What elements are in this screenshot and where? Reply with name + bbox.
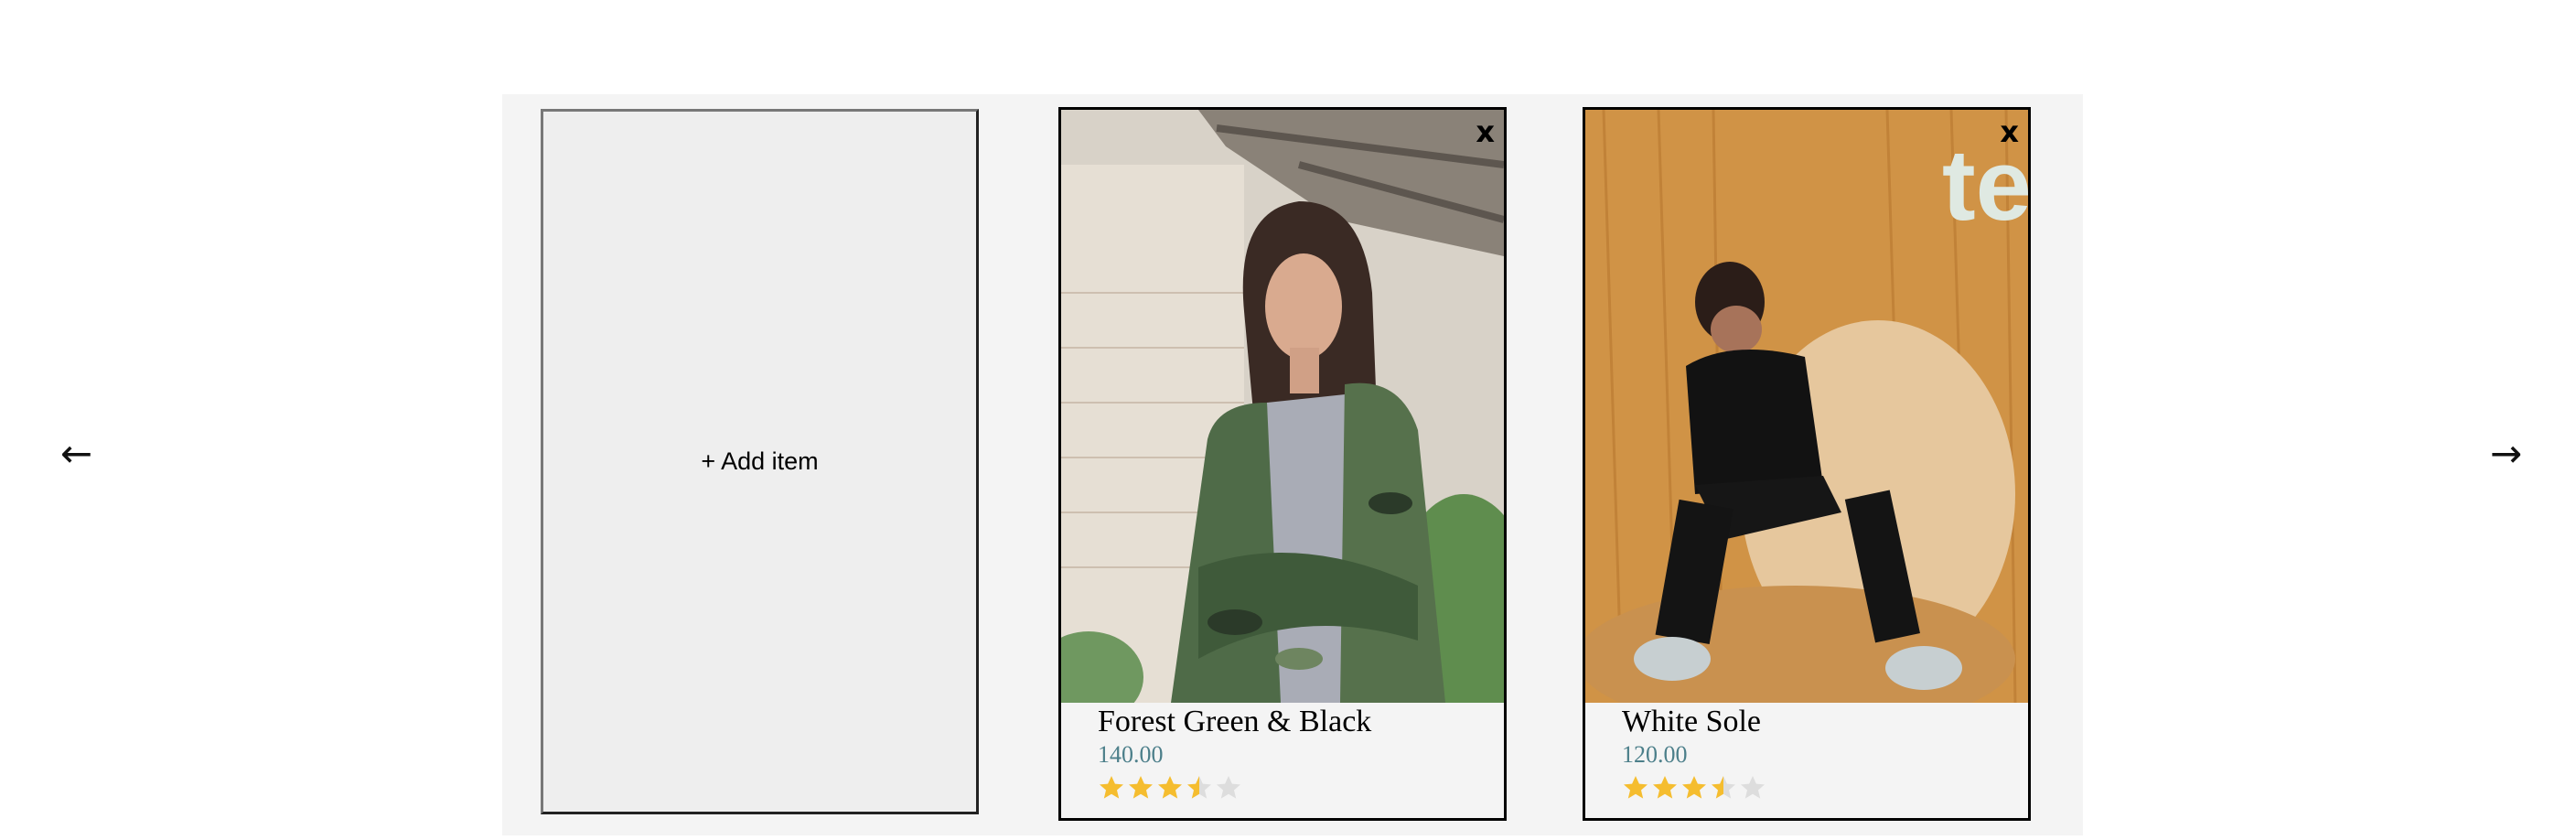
prev-arrow-button[interactable]: ← <box>60 435 92 473</box>
star-icon <box>1100 775 1123 799</box>
product-info: Forest Green & Black 140.00 <box>1098 705 1491 802</box>
product-name: White Sole <box>1622 705 1762 738</box>
star-icon <box>1187 775 1211 799</box>
product-name: Forest Green & Black <box>1098 705 1372 738</box>
product-photo <box>1061 110 1504 703</box>
add-item-label: + Add item <box>701 447 819 475</box>
add-item-card[interactable]: + Add item <box>541 109 979 814</box>
star-icon <box>1653 775 1677 799</box>
star-icon <box>1129 775 1153 799</box>
product-price: 140.00 <box>1098 741 1164 769</box>
star-icon <box>1158 775 1182 799</box>
star-icon <box>1682 775 1706 799</box>
star-icon <box>1624 775 1648 799</box>
product-price: 120.00 <box>1622 741 1688 769</box>
product-info: White Sole 120.00 <box>1622 705 2015 802</box>
remove-item-button[interactable]: x <box>2000 117 2019 146</box>
star-icon <box>1741 775 1765 799</box>
next-arrow-button[interactable]: → <box>2490 435 2522 473</box>
product-photo: te <box>1585 110 2028 703</box>
product-card[interactable]: te x White Sole 120.00 <box>1583 107 2031 821</box>
star-icon <box>1712 775 1735 799</box>
star-icon <box>1217 775 1240 799</box>
product-card[interactable]: x Forest Green & Black 140.00 <box>1058 107 1507 821</box>
remove-item-button[interactable]: x <box>1476 117 1495 146</box>
rating-stars <box>1622 774 2015 802</box>
rating-stars <box>1098 774 1491 802</box>
